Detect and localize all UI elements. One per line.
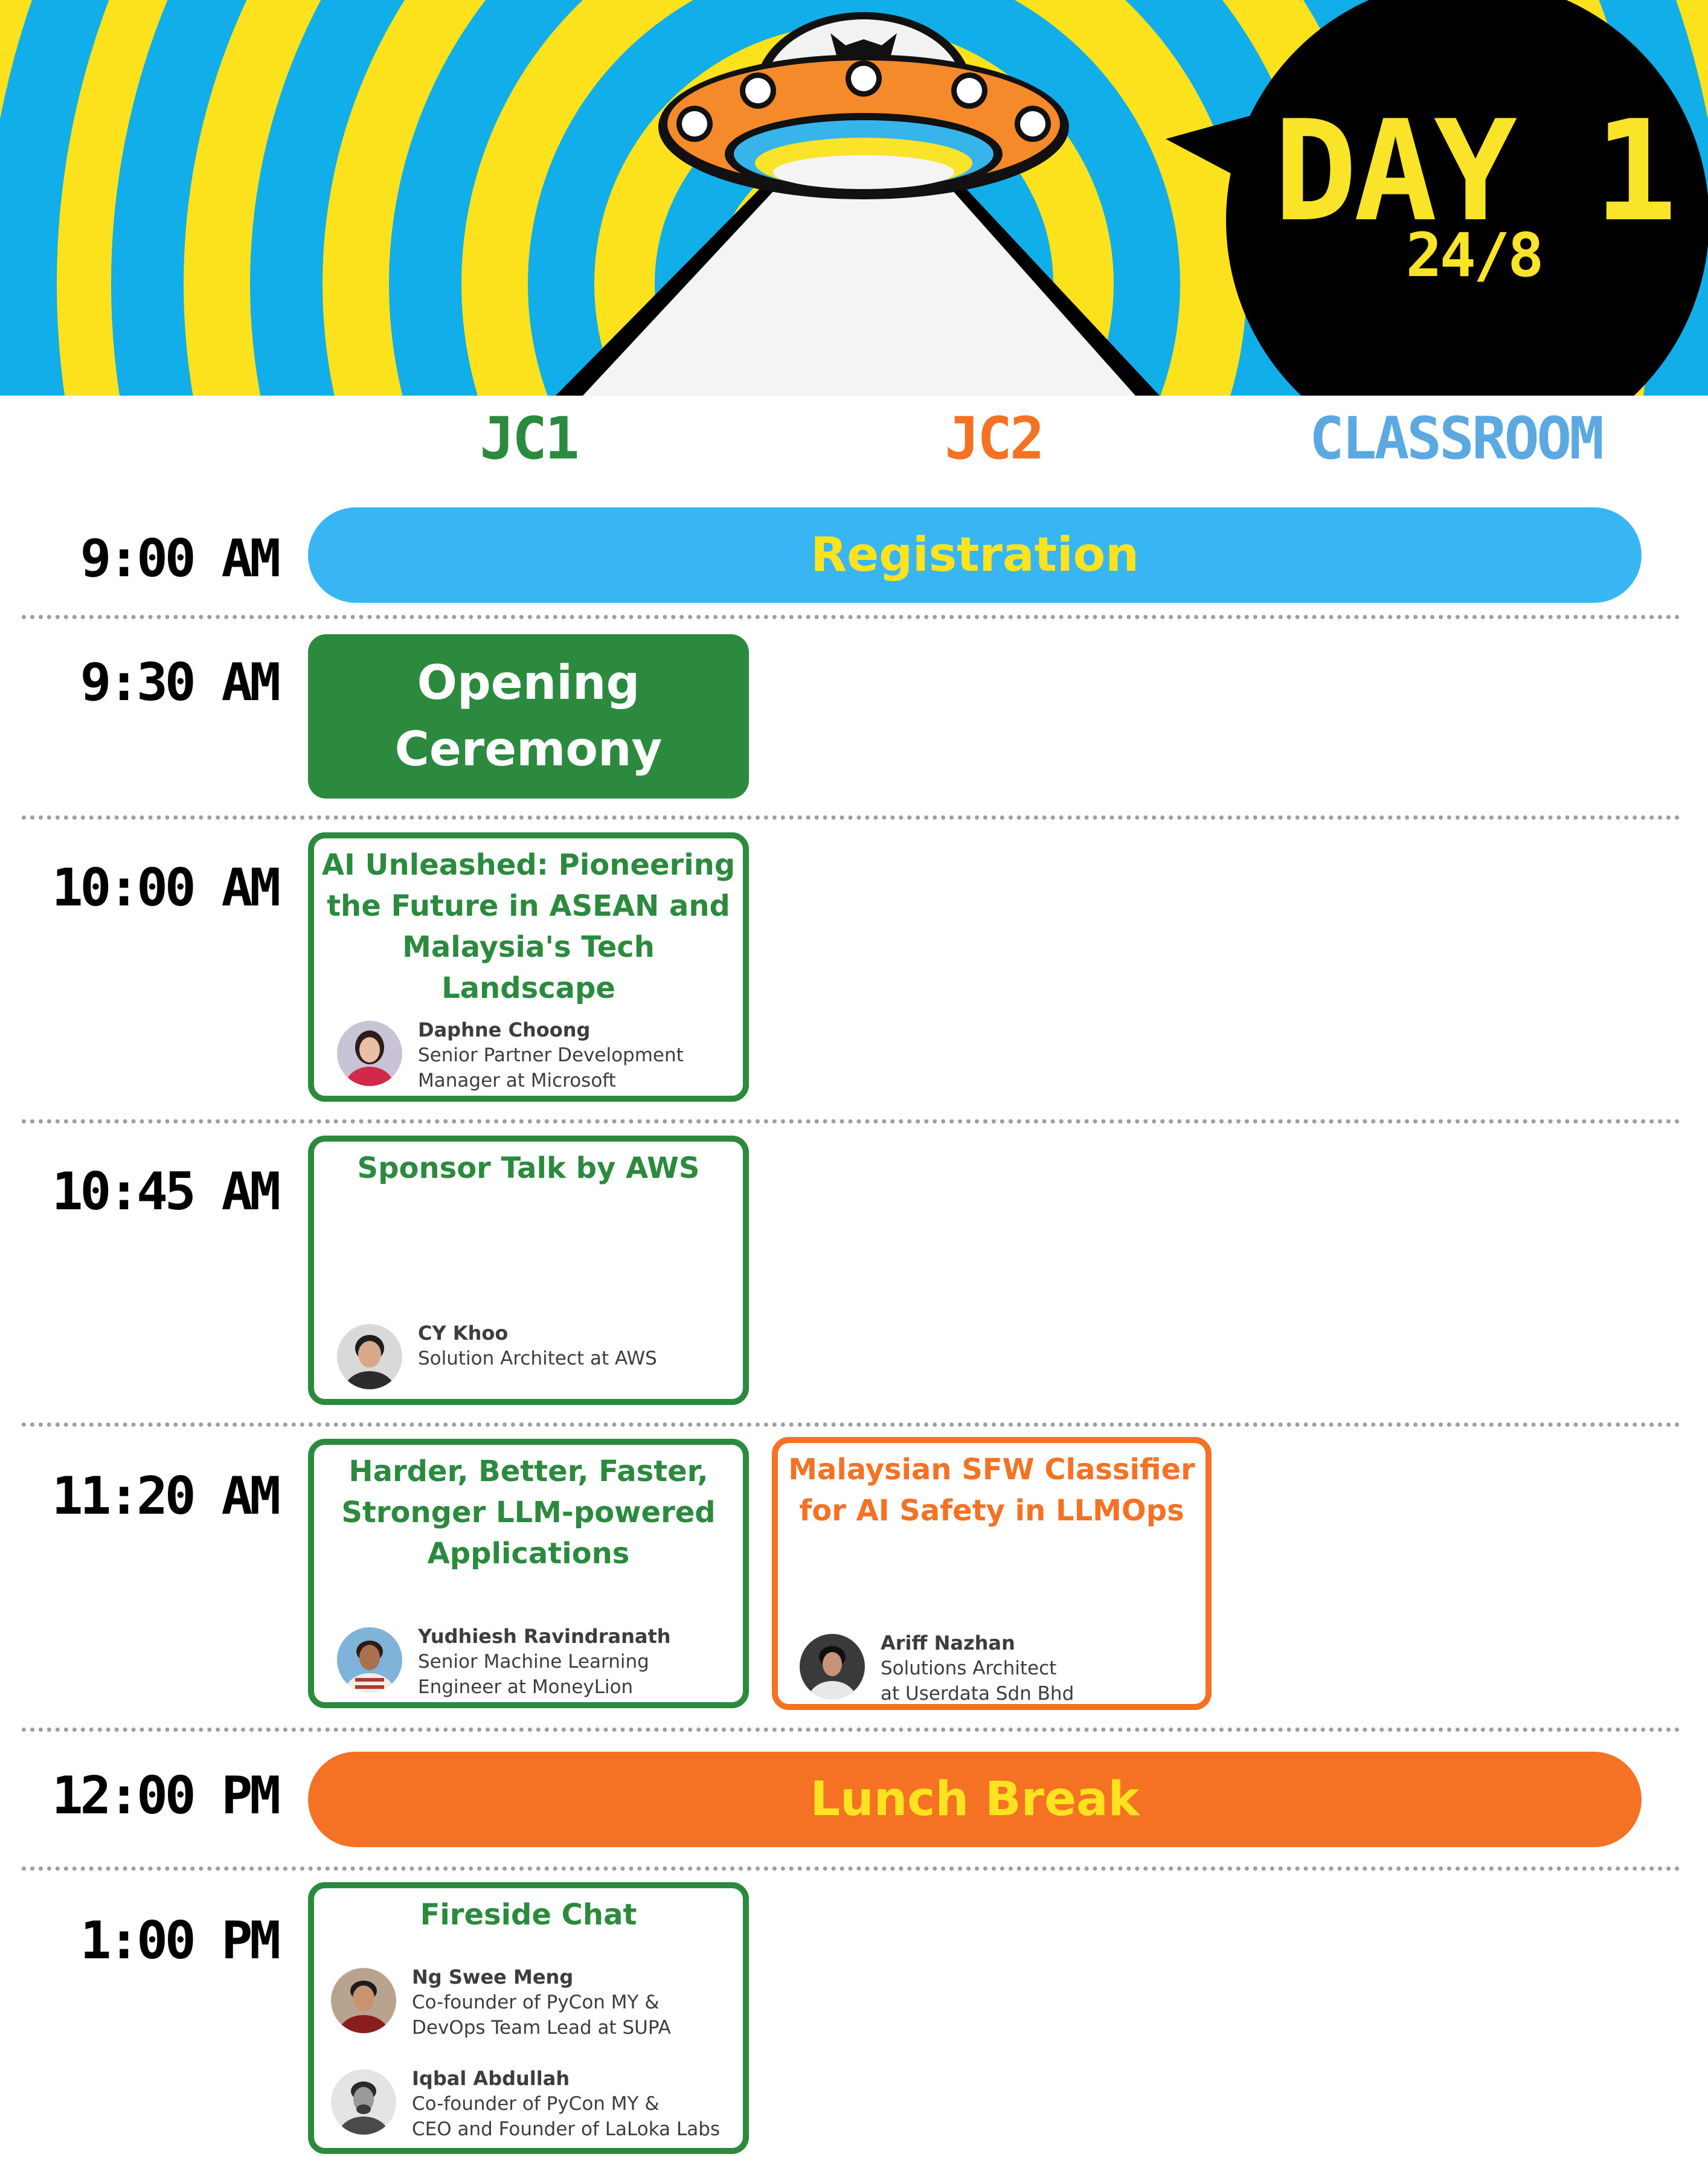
speaker-name: Iqbal Abdullah: [412, 2067, 570, 2090]
speaker-name: CY Khoo: [418, 1322, 509, 1345]
speaker-avatar: [331, 2069, 396, 2135]
time-label: 9:30 AM: [80, 652, 281, 713]
session-title-line: for AI Safety in LLMOps: [799, 1494, 1184, 1528]
time-label: 10:00 AM: [51, 858, 281, 918]
speaker-name: Yudhiesh Ravindranath: [418, 1625, 671, 1648]
lunch-break-label: Lunch Break: [810, 1772, 1140, 1827]
session-title: Malaysian SFW Classifier for AI Safety i…: [778, 1449, 1206, 1531]
speaker-role: Senior Partner Development: [418, 1044, 684, 1066]
speaker-info: CY Khoo Solution Architect at AWS: [418, 1320, 756, 1371]
session-card-llm-applications[interactable]: Harder, Better, Faster, Stronger LLM-pow…: [308, 1439, 749, 1708]
row-divider: [22, 1866, 1680, 1871]
opening-line-1: Opening: [417, 656, 640, 710]
column-header-jc2: JC2: [945, 405, 1044, 472]
session-title-line: AI Unleashed: Pioneering: [321, 848, 736, 882]
row-divider: [22, 1728, 1680, 1732]
speaker-info: Ng Swee Meng Co-founder of PyCon MY & De…: [412, 1964, 750, 2040]
session-title-line: Applications: [427, 1537, 630, 1570]
session-title-line: Fireside Chat: [420, 1898, 637, 1932]
session-card-fireside-chat[interactable]: Fireside Chat Ng Swee Meng Co-founder of…: [308, 1882, 749, 2154]
speaker-role: CEO and Founder of LaLoka Labs: [412, 2118, 721, 2140]
session-title: Harder, Better, Faster, Stronger LLM-pow…: [314, 1451, 743, 1574]
row-divider: [22, 615, 1680, 619]
speaker-name: Ariff Nazhan: [881, 1631, 1015, 1654]
time-label: 10:45 AM: [51, 1162, 281, 1222]
speaker-avatar: [337, 1021, 402, 1086]
speaker-info: Ariff Nazhan Solutions Architect at User…: [881, 1630, 1219, 1706]
speaker-role: Co-founder of PyCon MY &: [412, 1991, 660, 2013]
time-label: 1:00 PM: [80, 1911, 281, 1971]
row-divider: [22, 815, 1680, 820]
session-title-line: Sponsor Talk by AWS: [357, 1151, 700, 1185]
time-label: 11:20 AM: [51, 1466, 281, 1526]
opening-line-2: Ceremony: [394, 722, 663, 777]
column-header-classroom: CLASSROOM: [1309, 405, 1604, 472]
day-date: 24/8: [1405, 220, 1544, 291]
speaker-role: Manager at Microsoft: [418, 1070, 616, 1091]
session-title: Sponsor Talk by AWS: [314, 1148, 743, 1189]
column-header-jc1: JC1: [480, 405, 579, 472]
session-title-line: Stronger LLM-powered: [341, 1496, 716, 1529]
speaker-avatar: [331, 1968, 396, 2033]
header-banner: DAY 1 24/8: [0, 0, 1708, 396]
speaker-info: Iqbal Abdullah Co-founder of PyCon MY & …: [412, 2066, 750, 2142]
row-divider: [22, 1422, 1680, 1427]
speaker-name: Ng Swee Meng: [412, 1966, 574, 1988]
registration-bar: Registration: [308, 507, 1642, 603]
speaker-info: Daphne Choong Senior Partner Development…: [418, 1017, 756, 1093]
session-title-line: the Future in ASEAN and: [327, 889, 730, 923]
speaker-role: Solutions Architect: [881, 1657, 1057, 1679]
speaker-avatar: [337, 1627, 402, 1692]
session-title: Fireside Chat: [314, 1894, 743, 1935]
session-title-line: Malaysian SFW Classifier: [788, 1453, 1195, 1487]
speaker-avatar: [337, 1324, 402, 1389]
speaker-role: Engineer at MoneyLion: [418, 1676, 634, 1698]
session-card-sponsor-talk[interactable]: Sponsor Talk by AWS CY Khoo Solution Arc…: [308, 1136, 749, 1405]
opening-ceremony-block: Opening Ceremony: [308, 634, 749, 799]
time-label: 12:00 PM: [51, 1766, 281, 1826]
lunch-break-bar: Lunch Break: [308, 1752, 1642, 1847]
row-divider: [22, 1119, 1680, 1124]
speaker-info: Yudhiesh Ravindranath Senior Machine Lea…: [418, 1624, 756, 1700]
session-title: AI Unleashed: Pioneering the Future in A…: [314, 844, 743, 1009]
speaker-role: at Userdata Sdn Bhd: [881, 1683, 1074, 1705]
speaker-role: Senior Machine Learning: [418, 1651, 649, 1673]
session-card-ai-unleashed[interactable]: AI Unleashed: Pioneering the Future in A…: [308, 832, 749, 1102]
speaker-role: Solution Architect at AWS: [418, 1348, 657, 1369]
speaker-name: Daphne Choong: [418, 1018, 591, 1041]
session-title-line: Harder, Better, Faster,: [348, 1455, 708, 1488]
speaker-role: Co-founder of PyCon MY &: [412, 2093, 660, 2115]
session-title-line: Malaysia's Tech: [402, 930, 655, 964]
session-title-line: Landscape: [441, 971, 615, 1005]
session-card-sfw-classifier[interactable]: Malaysian SFW Classifier for AI Safety i…: [772, 1437, 1212, 1710]
speaker-role: DevOps Team Lead at SUPA: [412, 2017, 671, 2039]
registration-label: Registration: [811, 528, 1139, 582]
speaker-avatar: [800, 1634, 865, 1699]
time-label: 9:00 AM: [80, 529, 281, 589]
